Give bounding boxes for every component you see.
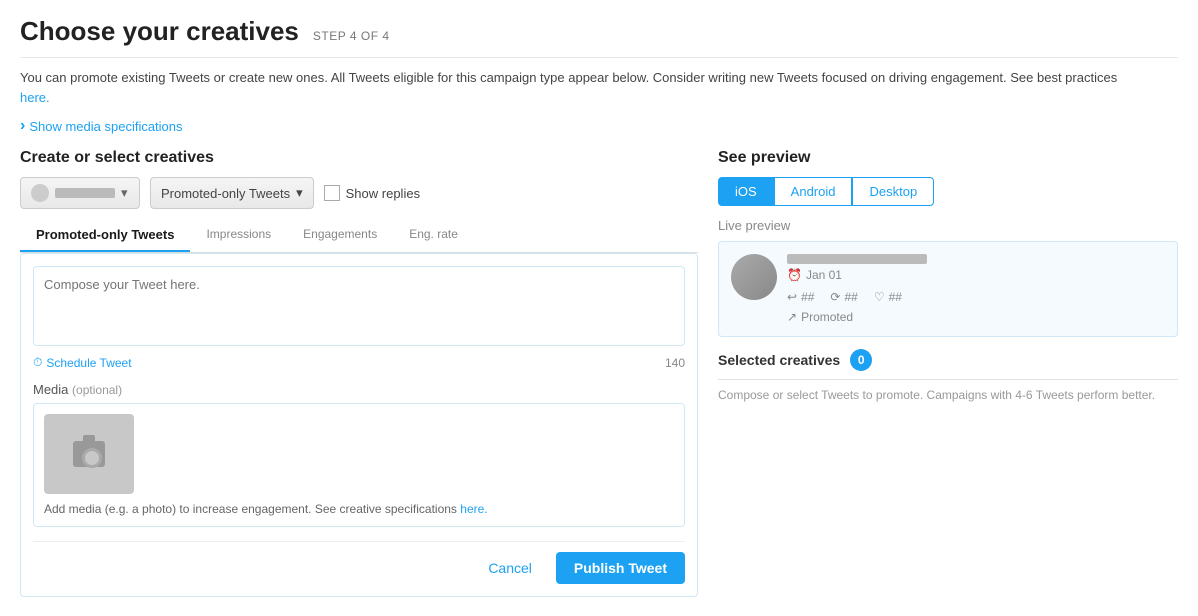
tweet-date: ⏰ Jan 01 <box>787 268 1165 282</box>
tab-promoted-only-tweets[interactable]: Promoted-only Tweets <box>20 219 190 252</box>
show-replies-checkbox[interactable] <box>324 185 340 201</box>
preview-tab-ios[interactable]: iOS <box>718 177 774 206</box>
clock-small-icon: ⏰ <box>787 268 802 282</box>
media-placeholder <box>44 414 134 494</box>
account-chevron-icon: ▾ <box>121 185 128 201</box>
show-specs-link[interactable]: Show media specifications <box>20 117 1178 135</box>
tweet-actions-row: ↩ ## ⟳ ## ♡ ## <box>787 290 1165 304</box>
promoted-badge: ↗ Promoted <box>787 310 1165 324</box>
camera-icon <box>73 441 105 467</box>
tab-engagements[interactable]: Engagements <box>287 219 393 252</box>
preview-tabs: iOS Android Desktop <box>718 177 1178 206</box>
heart-icon: ♡ <box>874 290 885 304</box>
show-replies-label: Show replies <box>346 186 420 201</box>
best-practices-link[interactable]: here. <box>20 90 50 105</box>
right-section-title: See preview <box>718 149 1178 167</box>
description-text: You can promote existing Tweets or creat… <box>20 68 1120 107</box>
retweet-action: ⟳ ## <box>830 290 857 304</box>
media-section: Media (optional) Add media (e.g. a photo… <box>33 382 685 527</box>
tweet-meta-area: ⏰ Jan 01 ↩ ## ⟳ ## <box>787 254 1165 324</box>
tab-eng-rate[interactable]: Eng. rate <box>393 219 474 252</box>
preview-tab-android[interactable]: Android <box>774 177 853 206</box>
media-label: Media (optional) <box>33 382 685 397</box>
reply-icon: ↩ <box>787 290 797 304</box>
right-panel: See preview iOS Android Desktop Live pre… <box>718 149 1178 597</box>
account-selector[interactable]: ▾ <box>20 177 140 209</box>
left-panel: Create or select creatives ▾ Promoted-on… <box>20 149 698 597</box>
tweet-preview-header: ⏰ Jan 01 ↩ ## ⟳ ## <box>731 254 1165 324</box>
publish-tweet-button[interactable]: Publish Tweet <box>556 552 685 584</box>
show-replies-row: Show replies <box>324 185 420 201</box>
reply-action: ↩ ## <box>787 290 814 304</box>
cancel-button[interactable]: Cancel <box>474 552 546 584</box>
live-preview-label: Live preview <box>718 218 1178 233</box>
selected-creatives-row: Selected creatives 0 <box>718 349 1178 371</box>
compose-footer: ⏱ Schedule Tweet 140 <box>33 355 685 370</box>
tab-impressions[interactable]: Impressions <box>190 219 287 252</box>
media-hint: Add media (e.g. a photo) to increase eng… <box>44 502 674 516</box>
retweet-icon: ⟳ <box>830 290 840 304</box>
tabs-row: Promoted-only Tweets Impressions Engagem… <box>20 219 698 253</box>
promoted-tweets-button[interactable]: Promoted-only Tweets ▾ <box>150 177 314 209</box>
selected-count-badge: 0 <box>850 349 872 371</box>
no-creatives-text: Compose or select Tweets to promote. Cam… <box>718 379 1178 402</box>
heart-action: ♡ ## <box>874 290 902 304</box>
left-section-title: Create or select creatives <box>20 149 698 167</box>
promoted-chevron-icon: ▾ <box>296 185 303 201</box>
creative-specs-link[interactable]: here. <box>460 502 487 516</box>
page-header: Choose your creatives STEP 4 OF 4 <box>20 16 1178 58</box>
media-upload-area[interactable]: Add media (e.g. a photo) to increase eng… <box>33 403 685 527</box>
account-avatar-small <box>31 184 49 202</box>
controls-row: ▾ Promoted-only Tweets ▾ Show replies <box>20 177 698 209</box>
promoted-tweets-label: Promoted-only Tweets <box>161 186 290 201</box>
step-label: STEP 4 OF 4 <box>313 29 390 43</box>
schedule-tweet-link[interactable]: ⏱ Schedule Tweet <box>33 355 132 370</box>
tweet-username-blur <box>787 254 927 264</box>
account-name-blur <box>55 188 115 198</box>
compose-textarea[interactable] <box>33 266 685 346</box>
page-container: Choose your creatives STEP 4 OF 4 You ca… <box>0 0 1198 613</box>
clock-icon: ⏱ <box>33 355 42 370</box>
page-title: Choose your creatives <box>20 16 299 47</box>
selected-creatives-label: Selected creatives <box>718 352 840 368</box>
promoted-arrow-icon: ↗ <box>787 310 797 324</box>
action-buttons: Cancel Publish Tweet <box>33 541 685 584</box>
compose-area: ⏱ Schedule Tweet 140 Media (optional) <box>20 253 698 597</box>
preview-tab-desktop[interactable]: Desktop <box>852 177 934 206</box>
media-optional: (optional) <box>72 383 122 397</box>
main-content: Create or select creatives ▾ Promoted-on… <box>20 149 1178 597</box>
char-count: 140 <box>665 356 685 370</box>
tweet-avatar <box>731 254 777 300</box>
preview-card: ⏰ Jan 01 ↩ ## ⟳ ## <box>718 241 1178 337</box>
